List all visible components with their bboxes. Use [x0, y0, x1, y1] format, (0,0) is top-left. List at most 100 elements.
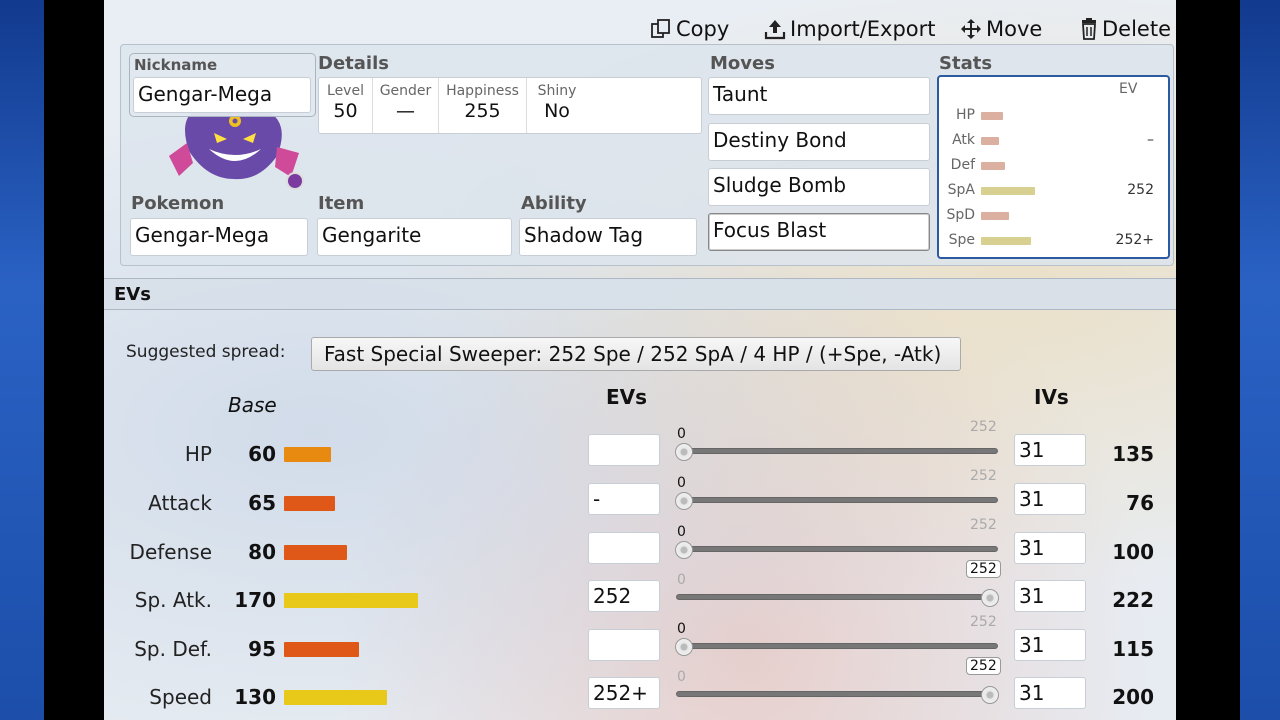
- ev-slider-speed[interactable]: 0: [676, 669, 999, 704]
- ev-input-speed[interactable]: 252+: [588, 677, 660, 709]
- move-4-input[interactable]: Focus Blast: [708, 213, 930, 251]
- nickname-group: Nickname Gengar-Mega: [129, 53, 316, 117]
- mini-stat-label: SpD: [946, 207, 975, 223]
- ev-input-sp-def[interactable]: [588, 629, 660, 661]
- pokemon-label: Pokemon: [131, 193, 225, 214]
- ev-input-attack[interactable]: -: [588, 483, 660, 515]
- ev-slider-attack[interactable]: 0: [675, 475, 998, 510]
- nickname-input[interactable]: Gengar-Mega: [133, 77, 311, 113]
- detail-level-label: Level: [327, 83, 364, 99]
- stat-name: Defense: [129, 540, 212, 564]
- nickname-label: Nickname: [134, 56, 218, 74]
- move-button[interactable]: Move: [960, 14, 1042, 44]
- move-3-input[interactable]: Sludge Bomb: [708, 168, 930, 206]
- iv-input-defense[interactable]: 31: [1014, 532, 1086, 564]
- slider-max-label: 252: [966, 657, 1001, 675]
- slider-thumb[interactable]: [981, 589, 999, 607]
- iv-input-sp-def[interactable]: 31: [1014, 629, 1086, 661]
- slider-thumb[interactable]: [675, 443, 693, 461]
- mini-stat-def: Def: [939, 155, 1169, 175]
- move-2-input[interactable]: Destiny Bond: [708, 123, 930, 161]
- import-export-button[interactable]: Import/Export: [764, 14, 936, 44]
- ability-input[interactable]: Shadow Tag: [519, 218, 697, 256]
- stat-base-value: 95: [248, 637, 276, 661]
- trash-icon: [1082, 18, 1096, 40]
- ev-slider-sp-atk[interactable]: 0: [676, 572, 999, 607]
- ev-slider-hp[interactable]: 0: [675, 426, 998, 461]
- pokemon-input[interactable]: Gengar-Mega: [130, 218, 308, 256]
- slider-max-label: 252: [970, 468, 997, 484]
- copy-icon: [651, 19, 670, 38]
- slider-max-label: 252: [970, 517, 997, 533]
- move-1-input[interactable]: Taunt: [708, 77, 930, 115]
- slider-min-label: 0: [677, 426, 686, 442]
- slider-thumb[interactable]: [675, 492, 693, 510]
- iv-input-attack[interactable]: 31: [1014, 483, 1086, 515]
- iv-input-speed[interactable]: 31: [1014, 677, 1086, 709]
- stat-total: 76: [1126, 491, 1154, 515]
- stat-total: 115: [1112, 637, 1154, 661]
- mini-stat-label: HP: [956, 107, 975, 123]
- move-label: Move: [986, 17, 1043, 41]
- suggested-spread-button[interactable]: Fast Special Sweeper: 252 Spe / 252 SpA …: [311, 337, 961, 371]
- details-button[interactable]: Level 50 Gender — Happiness 255 Shiny No: [318, 77, 702, 134]
- evs-section-header: EVs: [104, 278, 1176, 310]
- detail-gender: Gender —: [373, 78, 439, 133]
- slider-min-label: 0: [677, 572, 686, 588]
- stat-name: Sp. Atk.: [134, 588, 212, 612]
- mini-stat-bar: [981, 212, 1009, 220]
- detail-level: Level 50: [319, 78, 373, 133]
- moves-label: Moves: [710, 53, 775, 74]
- base-column-header: Base: [228, 393, 277, 417]
- ev-slider-defense[interactable]: 0: [675, 524, 998, 559]
- copy-button[interactable]: Copy: [650, 14, 729, 44]
- stat-name: Speed: [149, 685, 212, 709]
- stat-total: 135: [1112, 442, 1154, 466]
- mini-stat-spe: Spe 252+: [939, 230, 1169, 250]
- item-input[interactable]: Gengarite: [317, 218, 512, 256]
- stat-total: 200: [1112, 685, 1154, 709]
- mini-stat-bar: [981, 112, 1003, 120]
- mini-stat-bar: [981, 237, 1031, 245]
- mini-stat-label: Spe: [948, 232, 975, 248]
- mini-stat-ev: 252: [1127, 182, 1154, 198]
- mini-stat-bar: [981, 137, 999, 145]
- stat-base-value: 130: [234, 685, 276, 709]
- ev-input-sp-atk[interactable]: 252: [588, 580, 660, 612]
- slider-thumb[interactable]: [981, 686, 999, 704]
- slider-max-label: 252: [970, 419, 997, 435]
- right-border: [1176, 0, 1240, 720]
- stat-name: Sp. Def.: [134, 637, 212, 661]
- set-editor-panel: Copy Import/Export Move Delete Nickname …: [104, 0, 1176, 720]
- ivs-column-header: IVs: [1034, 385, 1069, 409]
- ev-slider-sp-def[interactable]: 0: [675, 621, 998, 656]
- stat-base-value: 80: [248, 540, 276, 564]
- detail-gender-label: Gender: [379, 83, 432, 99]
- ev-input-hp[interactable]: [588, 434, 660, 466]
- delete-button[interactable]: Delete: [1080, 14, 1171, 44]
- iv-input-hp[interactable]: 31: [1014, 434, 1086, 466]
- detail-happiness-label: Happiness: [446, 83, 519, 99]
- mini-stat-label: Def: [950, 157, 975, 173]
- slider-min-label: 0: [677, 621, 686, 637]
- mini-stat-bar: [981, 162, 1005, 170]
- detail-shiny-label: Shiny: [537, 83, 577, 99]
- stat-base-value: 170: [234, 588, 276, 612]
- stat-base-value: 65: [248, 491, 276, 515]
- ev-input-defense[interactable]: [588, 532, 660, 564]
- left-border: [44, 0, 104, 720]
- stats-label: Stats: [939, 53, 993, 74]
- stats-summary-button[interactable]: EV HP Atk – Def SpA 252 SpD Spe 252+: [937, 75, 1170, 259]
- slider-thumb[interactable]: [675, 541, 693, 559]
- mini-stat-spd: SpD: [939, 205, 1169, 225]
- stat-total: 222: [1112, 588, 1154, 612]
- slider-thumb[interactable]: [675, 638, 693, 656]
- slider-max-label: 252: [970, 614, 997, 630]
- mini-stat-ev: –: [1147, 132, 1154, 148]
- stat-base-bar: [284, 690, 387, 705]
- stat-base-value: 60: [248, 442, 276, 466]
- iv-input-sp-atk[interactable]: 31: [1014, 580, 1086, 612]
- stat-total: 100: [1112, 540, 1154, 564]
- mini-stat-atk: Atk –: [939, 130, 1169, 150]
- suggested-spread-label: Suggested spread:: [126, 342, 286, 362]
